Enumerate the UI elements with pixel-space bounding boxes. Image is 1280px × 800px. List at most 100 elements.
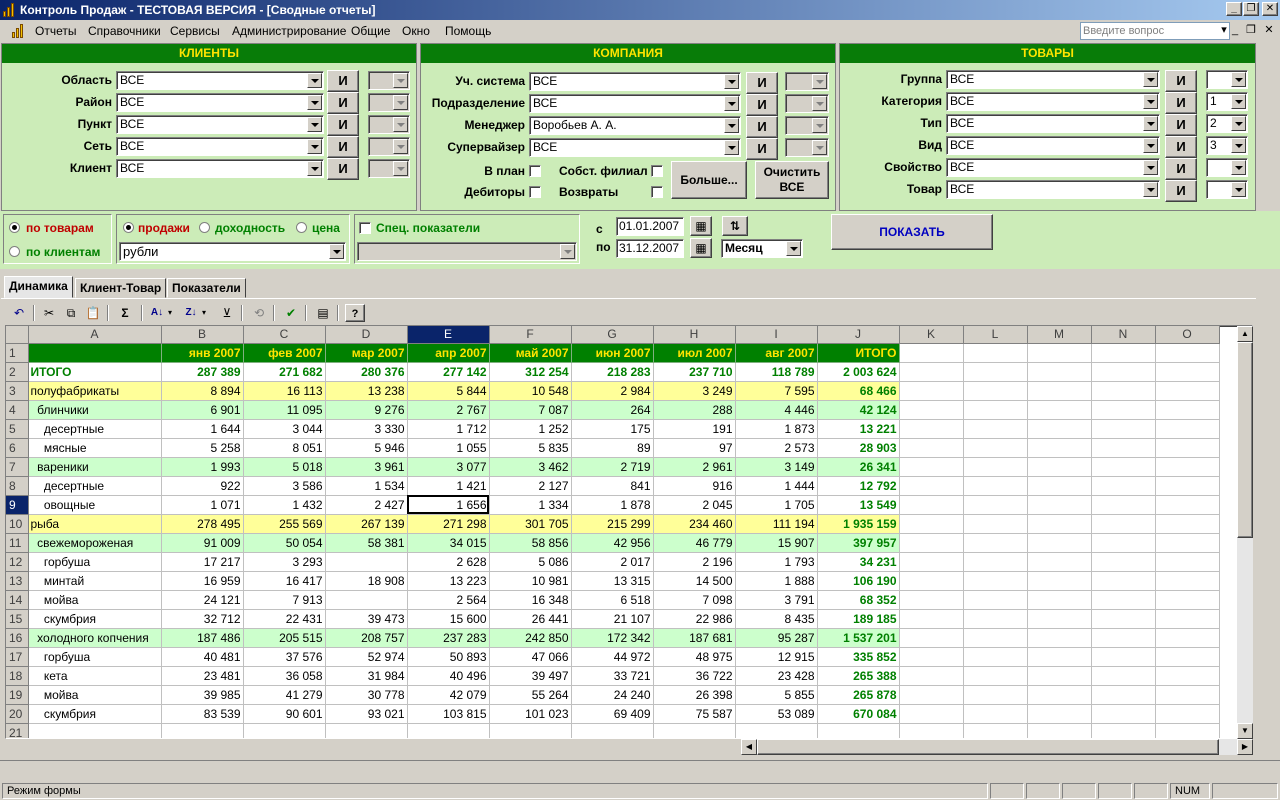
empty-cell[interactable] [1155,419,1220,439]
row-total-cell[interactable]: 68 352 [817,590,900,610]
column-header-h[interactable]: H [653,326,736,344]
sheet-corner[interactable] [6,326,29,344]
value-cell[interactable]: 218 283 [571,362,654,382]
empty-cell[interactable] [1091,381,1156,401]
empty-cell[interactable] [735,723,818,738]
column-header-j[interactable]: J [817,326,900,344]
export-excel-icon[interactable]: ✔ [281,304,301,322]
value-cell[interactable]: 8 051 [243,438,326,458]
menu-services[interactable]: Сервисы [170,24,220,38]
returns-checkbox[interactable] [651,186,663,198]
value-cell[interactable]: 278 495 [161,514,244,534]
empty-cell[interactable] [899,666,964,686]
empty-cell[interactable] [28,723,162,738]
empty-cell[interactable] [1155,457,1220,477]
empty-cell[interactable] [899,647,964,667]
empty-cell[interactable] [963,533,1028,553]
row-header[interactable]: 9 [6,495,29,515]
value-cell[interactable]: 42 956 [571,533,654,553]
empty-cell[interactable] [1027,723,1092,738]
empty-cell[interactable] [161,723,244,738]
value-cell[interactable]: 5 855 [735,685,818,705]
value-cell[interactable]: 1 878 [571,495,654,515]
value-cell[interactable]: 1 444 [735,476,818,496]
value-cell[interactable]: 83 539 [161,704,244,724]
empty-cell[interactable] [1027,438,1092,458]
row-label-cell[interactable]: рыба [28,514,162,534]
column-header-n[interactable]: N [1091,326,1156,344]
mdi-restore-icon[interactable]: ❐ [1244,24,1258,38]
empty-cell[interactable] [1027,495,1092,515]
empty-cell[interactable] [1155,571,1220,591]
close-icon[interactable]: ✕ [1262,2,1278,16]
value-cell[interactable]: 172 342 [571,628,654,648]
row-total-cell[interactable]: 13 549 [817,495,900,515]
value-cell[interactable]: 50 054 [243,533,326,553]
value-cell[interactable]: 101 023 [489,704,572,724]
empty-cell[interactable] [899,704,964,724]
row-header[interactable]: 8 [6,476,29,496]
value-cell[interactable]: 8 435 [735,609,818,629]
empty-cell[interactable] [1155,723,1220,738]
value-cell[interactable]: 288 [653,400,736,420]
column-header-b[interactable]: B [161,326,244,344]
value-cell[interactable]: 280 376 [325,362,408,382]
column-header-o[interactable]: O [1155,326,1220,344]
value-cell[interactable]: 841 [571,476,654,496]
empty-cell[interactable] [243,723,326,738]
district-and-button[interactable]: И [327,92,359,114]
value-cell[interactable]: 36 058 [243,666,326,686]
value-cell[interactable]: 237 283 [407,628,490,648]
value-cell[interactable]: 7 595 [735,381,818,401]
value-cell[interactable]: 30 778 [325,685,408,705]
row-header[interactable]: 16 [6,628,29,648]
value-cell[interactable]: 10 548 [489,381,572,401]
empty-cell[interactable] [1027,514,1092,534]
vertical-scrollbar[interactable]: ▲ ▼ [1237,326,1253,739]
value-cell[interactable]: 1 421 [407,476,490,496]
group-select[interactable]: ВСЕ [946,70,1160,89]
value-cell[interactable]: 3 791 [735,590,818,610]
row-label-cell[interactable]: ИТОГО [28,362,162,382]
empty-cell[interactable] [963,723,1028,738]
value-cell[interactable]: 1 334 [489,495,572,515]
empty-cell[interactable] [1091,685,1156,705]
value-cell[interactable]: 312 254 [489,362,572,382]
empty-cell[interactable] [899,343,964,363]
category-and-button[interactable]: И [1165,92,1197,114]
empty-cell[interactable] [1091,590,1156,610]
value-cell[interactable]: 3 149 [735,457,818,477]
empty-cell[interactable] [1091,723,1156,738]
row-label-cell[interactable]: мясные [28,438,162,458]
empty-cell[interactable] [963,400,1028,420]
value-cell[interactable]: 95 287 [735,628,818,648]
column-header-e[interactable]: E [407,326,490,344]
mdi-minimize-icon[interactable]: _ [1228,24,1242,38]
value-cell[interactable]: 13 315 [571,571,654,591]
row-total-cell[interactable]: 2 003 624 [817,362,900,382]
empty-cell[interactable] [1027,609,1092,629]
month-header-cell[interactable]: авг 2007 [735,343,818,363]
empty-cell[interactable] [963,457,1028,477]
empty-cell[interactable] [1091,438,1156,458]
empty-cell[interactable] [1027,666,1092,686]
value-cell[interactable]: 6 518 [571,590,654,610]
value-cell[interactable]: 3 586 [243,476,326,496]
value-cell[interactable]: 10 981 [489,571,572,591]
empty-cell[interactable] [963,514,1028,534]
period-adjust-icon[interactable]: ⇅ [722,216,748,236]
empty-cell[interactable] [963,590,1028,610]
in-plan-checkbox[interactable] [529,165,541,177]
value-cell[interactable]: 75 587 [653,704,736,724]
menu-help[interactable]: Помощь [445,24,491,38]
row-header[interactable]: 2 [6,362,29,382]
value-cell[interactable]: 32 712 [161,609,244,629]
empty-cell[interactable] [1027,628,1092,648]
empty-cell[interactable] [963,552,1028,572]
empty-cell[interactable] [963,495,1028,515]
row-header[interactable]: 17 [6,647,29,667]
value-cell[interactable]: 31 984 [325,666,408,686]
empty-cell[interactable] [1091,343,1156,363]
value-cell[interactable] [325,590,408,610]
property-select[interactable]: ВСЕ [946,158,1160,177]
